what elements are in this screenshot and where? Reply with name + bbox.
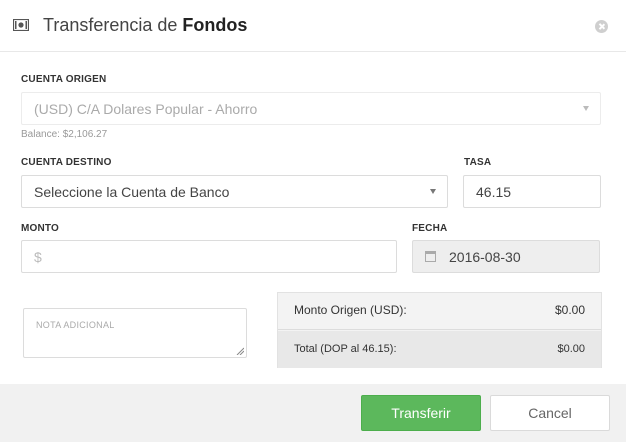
cuenta-origen-label: CUENTA ORIGEN — [21, 74, 107, 85]
tasa-value: 46.15 — [476, 184, 512, 200]
monto-placeholder: $ — [34, 249, 42, 265]
modal-footer: Transferir Cancel — [0, 384, 626, 442]
modal-header: Transferencia de Fondos — [0, 0, 626, 52]
calendar-icon — [425, 251, 436, 262]
cuenta-origen-select[interactable]: (USD) C/A Dolares Popular - Ahorro — [21, 92, 601, 125]
transfer-modal: Transferencia de Fondos CUENTA ORIGEN (U… — [0, 0, 626, 442]
title-prefix: Transferencia de — [43, 15, 183, 35]
chevron-down-icon — [430, 189, 436, 194]
balance-text: Balance: $2,106.27 — [21, 129, 108, 140]
monto-label: MONTO — [21, 223, 60, 234]
transfer-summary: Monto Origen (USD): $0.00 Total (DOP al … — [277, 292, 602, 368]
title-bold: Fondos — [182, 15, 248, 35]
cuenta-destino-label: CUENTA DESTINO — [21, 157, 112, 168]
resize-grip-icon[interactable] — [236, 347, 244, 355]
nota-placeholder: NOTA ADICIONAL — [36, 320, 115, 330]
monto-input[interactable]: $ — [21, 240, 397, 273]
money-icon — [13, 19, 29, 31]
monto-origen-label: Monto Origen (USD): — [294, 303, 407, 317]
total-label: Total (DOP al 46.15): — [294, 343, 397, 355]
cuenta-origen-value: (USD) C/A Dolares Popular - Ahorro — [34, 101, 258, 117]
modal-title: Transferencia de Fondos — [43, 15, 247, 36]
transfer-button[interactable]: Transferir — [361, 395, 481, 431]
monto-origen-value: $0.00 — [554, 303, 585, 317]
chevron-down-icon — [583, 106, 589, 111]
cuenta-destino-select[interactable]: Seleccione la Cuenta de Banco — [21, 175, 448, 208]
summary-row-monto-origen: Monto Origen (USD): $0.00 — [278, 293, 601, 330]
total-value: $0.00 — [557, 343, 585, 355]
nota-adicional-textarea[interactable]: NOTA ADICIONAL — [23, 308, 247, 358]
cancel-button[interactable]: Cancel — [490, 395, 610, 431]
cuenta-destino-value: Seleccione la Cuenta de Banco — [34, 184, 230, 200]
close-icon[interactable] — [595, 20, 608, 33]
fecha-label: FECHA — [412, 223, 448, 234]
summary-row-total: Total (DOP al 46.15): $0.00 — [278, 331, 601, 368]
fecha-input[interactable]: 2016-08-30 — [412, 240, 600, 273]
fecha-value: 2016-08-30 — [449, 249, 521, 265]
tasa-label: TASA — [464, 157, 492, 168]
tasa-input[interactable]: 46.15 — [463, 175, 601, 208]
